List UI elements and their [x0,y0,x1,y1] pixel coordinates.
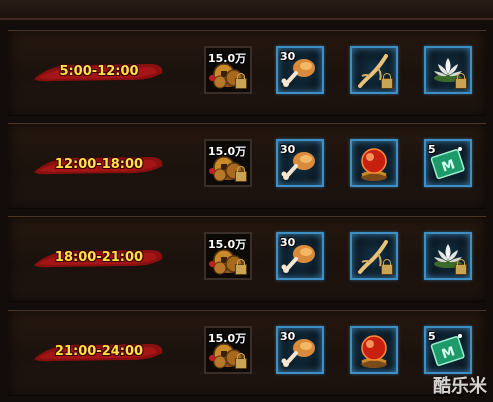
reward-slot-copper-coin[interactable]: 15.0万 [204,326,252,374]
item-quantity: 5 [428,330,436,343]
item-quantity: 5 [428,143,436,156]
bound-lock-icon [455,259,467,275]
red-pearl-icon [361,148,387,181]
time-ribbon: 12:00-18:00 [32,154,166,176]
reward-row-2: 12:00-18:00 15.0万 30 M 5 [8,123,486,209]
top-frame-bar [0,0,493,20]
time-range-label: 12:00-18:00 [54,157,144,172]
bound-lock-icon [235,353,247,369]
item-quantity: 30 [280,50,296,63]
reward-slot-ginseng[interactable] [350,232,398,280]
item-quantity: 30 [280,236,296,249]
reward-slot-chicken-leg[interactable]: 30 [276,232,324,280]
reward-slot-ginseng[interactable] [350,46,398,94]
bound-lock-icon [235,73,247,89]
red-pearl-icon [361,335,387,368]
reward-slot-copper-coin[interactable]: 15.0万 [204,232,252,280]
reward-row-3: 18:00-21:00 15.0万 30 [8,216,486,302]
reward-slot-lotus[interactable] [424,46,472,94]
time-range-label: 21:00-24:00 [54,344,144,359]
site-watermark: 酷乐米 [433,376,487,397]
reward-slot-lotus[interactable] [424,232,472,280]
reward-slot-chicken-leg[interactable]: 30 [276,139,324,187]
bound-lock-icon [455,73,467,89]
time-range-label: 18:00-21:00 [54,250,144,265]
item-quantity: 15.0万 [208,332,247,345]
item-quantity: 30 [280,143,296,156]
reward-slot-jade-token[interactable]: M 5 [424,139,472,187]
bound-lock-icon [235,259,247,275]
reward-row-4: 21:00-24:00 15.0万 30 M 5 [8,310,486,396]
reward-slot-red-pearl[interactable] [350,139,398,187]
bound-lock-icon [381,259,393,275]
item-quantity: 15.0万 [208,52,247,65]
time-range-label: 5:00-12:00 [59,64,139,79]
item-quantity: 30 [280,330,296,343]
reward-row-1: 5:00-12:00 15.0万 30 [8,30,486,116]
item-quantity: 15.0万 [208,145,247,158]
bound-lock-icon [235,166,247,182]
item-quantity: 15.0万 [208,238,247,251]
reward-slot-jade-token[interactable]: M 5 [424,326,472,374]
reward-slot-copper-coin[interactable]: 15.0万 [204,139,252,187]
time-ribbon: 5:00-12:00 [32,61,166,83]
reward-slot-chicken-leg[interactable]: 30 [276,326,324,374]
time-ribbon: 21:00-24:00 [32,341,166,363]
bound-lock-icon [381,73,393,89]
reward-slot-red-pearl[interactable] [350,326,398,374]
reward-slot-copper-coin[interactable]: 15.0万 [204,46,252,94]
reward-slot-chicken-leg[interactable]: 30 [276,46,324,94]
time-ribbon: 18:00-21:00 [32,247,166,269]
